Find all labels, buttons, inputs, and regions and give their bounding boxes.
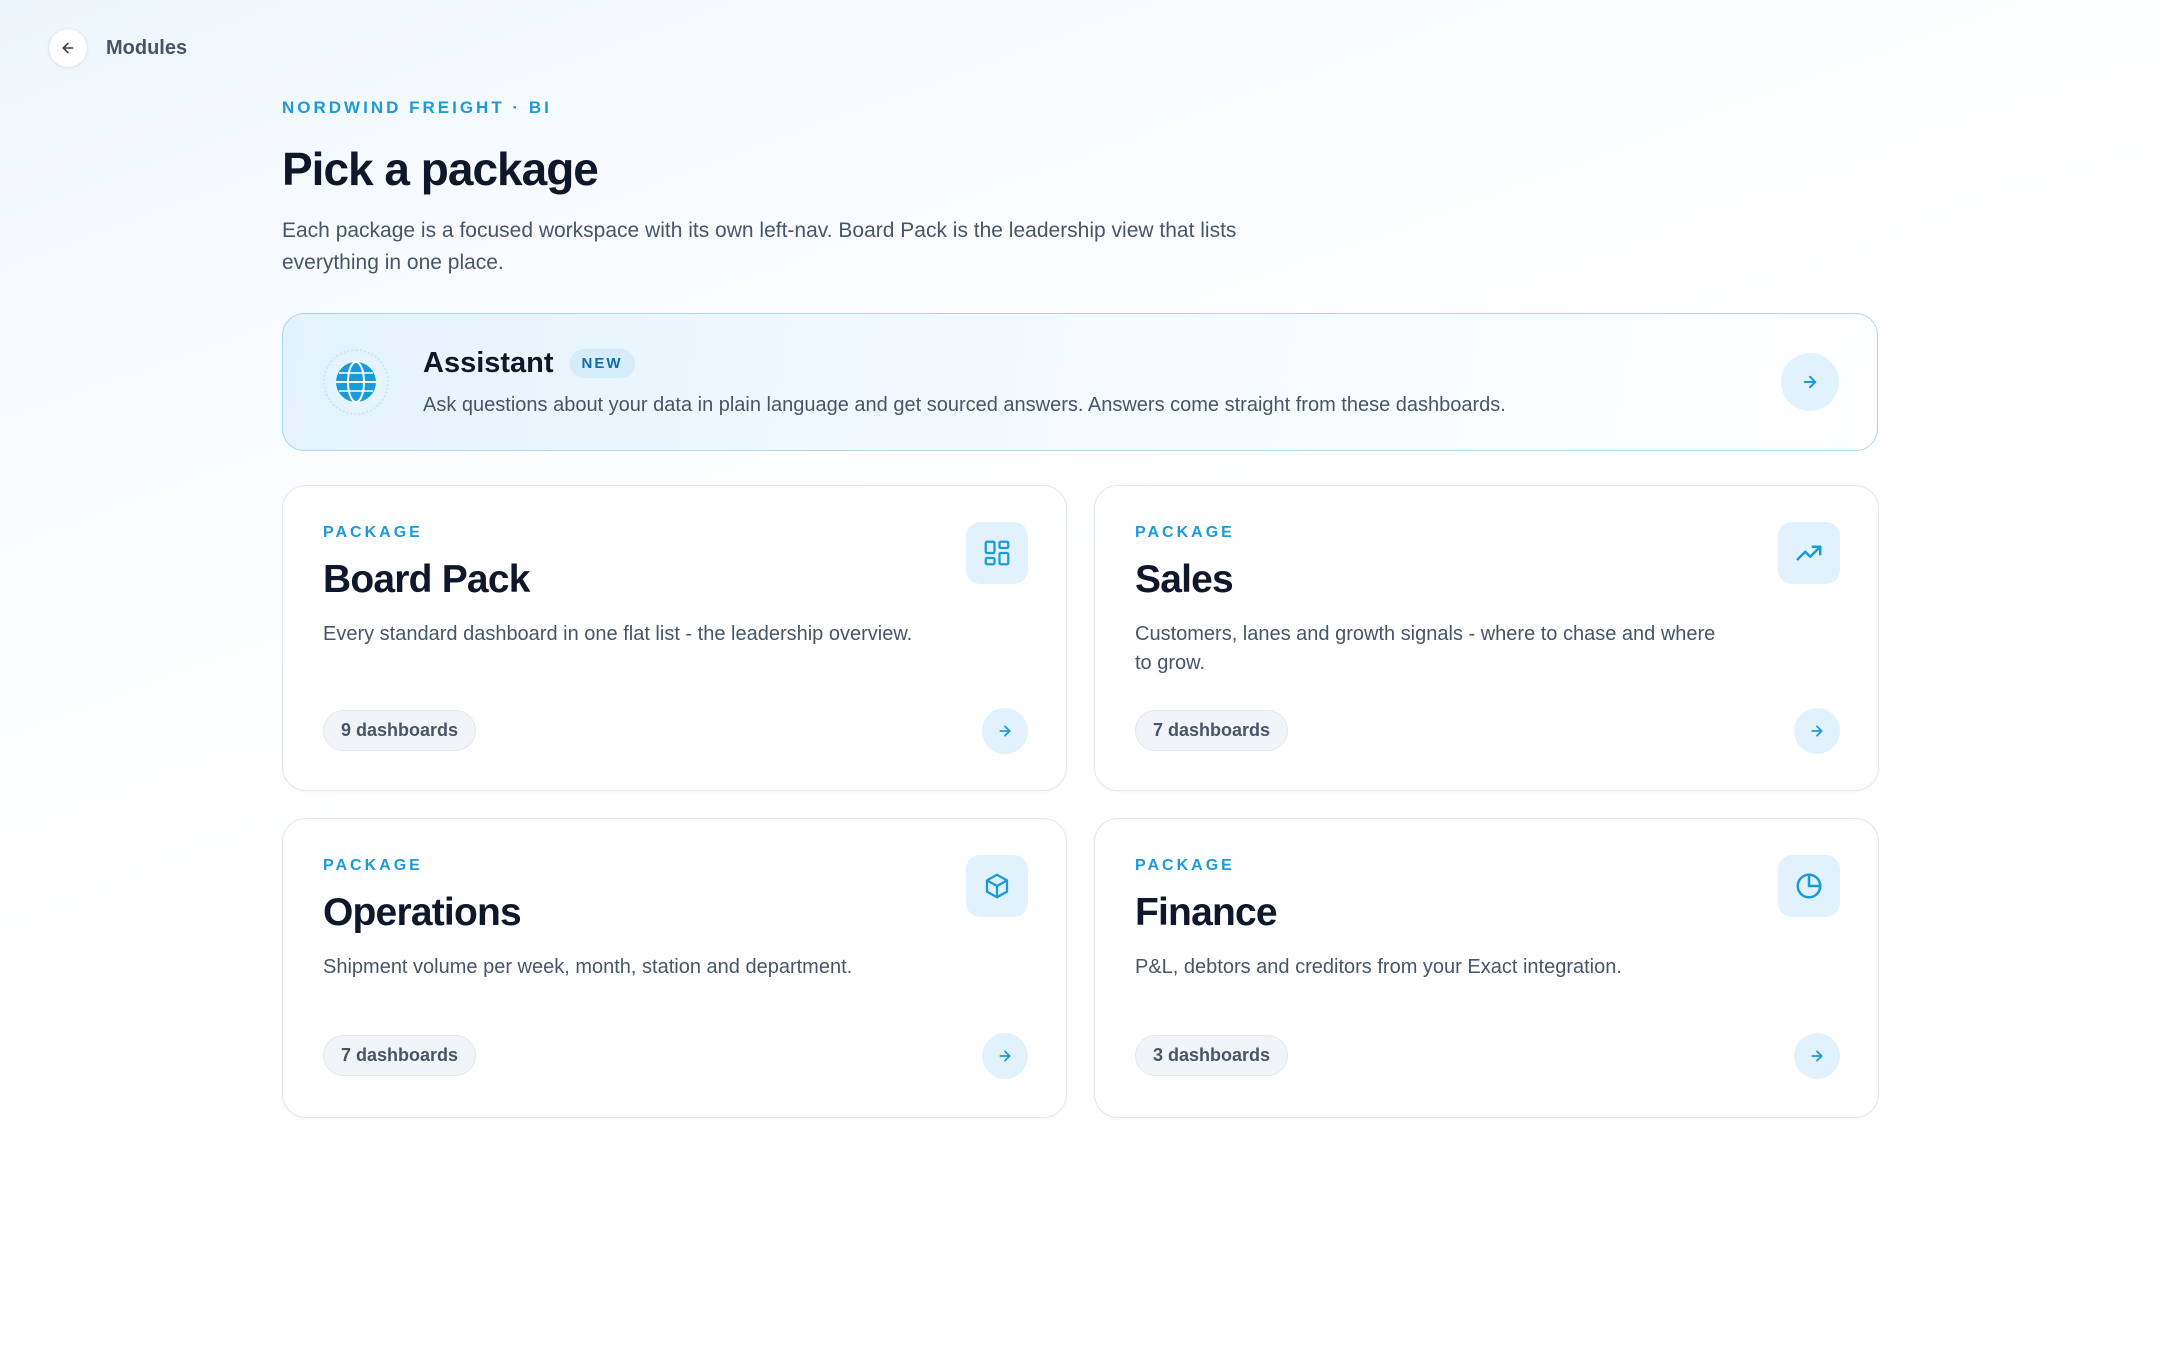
assistant-description: Ask questions about your data in plain l… [423,393,1506,416]
open-package-button[interactable] [982,1032,1028,1079]
assistant-card[interactable]: Assistant NEW Ask questions about your d… [282,312,1878,451]
open-package-button[interactable] [1794,1032,1840,1079]
assistant-open-button[interactable] [1781,352,1839,411]
new-badge: NEW [569,348,635,378]
package-card-operations[interactable]: PACKAGE Operations Shipment volume per w… [282,817,1067,1118]
back-button[interactable] [48,28,88,68]
arrow-right-icon [1811,1050,1823,1062]
package-title: Sales [1135,557,1234,601]
pie-chart-icon [1796,873,1822,899]
package-card-sales[interactable]: PACKAGE Sales Customers, lanes and growt… [1094,484,1879,791]
package-icon-wrap [966,854,1028,917]
arrow-left-icon [62,42,74,54]
dashboard-count-badge: 9 dashboards [323,709,477,751]
package-title: Board Pack [323,557,530,601]
assistant-title: Assistant [423,346,554,379]
open-package-button[interactable] [982,707,1028,754]
arrow-right-icon [999,725,1011,737]
dashboard-count-badge: 7 dashboards [1135,709,1289,751]
package-eyebrow: PACKAGE [323,523,423,541]
back-label[interactable]: Modules [106,37,187,60]
org-eyebrow: NORDWIND FREIGHT · BI [282,98,552,117]
package-eyebrow: PACKAGE [323,856,423,874]
arrow-right-icon [1803,375,1817,388]
package-icon-wrap [1778,854,1840,917]
package-grid: PACKAGE Board Pack Every standard dashbo… [282,484,1879,1118]
package-description: Customers, lanes and growth signals - wh… [1135,622,1716,674]
package-card-finance[interactable]: PACKAGE Finance P&L, debtors and credito… [1094,817,1879,1118]
page-intro: Each package is a focused workspace with… [282,218,1237,274]
arrow-right-icon [999,1050,1011,1062]
dashboard-count-badge: 7 dashboards [323,1034,477,1076]
page-title: Pick a package [282,143,599,195]
grid-icon [984,540,1010,565]
topbar: Modules [48,28,187,68]
trending-up-icon [1796,545,1822,561]
package-eyebrow: PACKAGE [1135,856,1235,874]
package-description: Every standard dashboard in one flat lis… [323,622,913,645]
assistant-head: Assistant NEW [423,347,1781,380]
package-card-board-pack[interactable]: PACKAGE Board Pack Every standard dashbo… [282,484,1067,791]
package-icon-wrap [1778,521,1840,584]
arrow-right-icon [1811,725,1823,737]
package-icon-wrap [966,521,1028,584]
main-content: NORDWIND FREIGHT · BI Pick a package Eac… [282,98,1879,1118]
dashboard-count-badge: 3 dashboards [1135,1034,1289,1076]
globe-icon [336,360,376,403]
box-icon [985,873,1009,898]
package-title: Operations [323,890,522,934]
package-description: P&L, debtors and creditors from your Exa… [1135,955,1622,978]
assistant-text: Assistant NEW Ask questions about your d… [423,347,1781,417]
package-eyebrow: PACKAGE [1135,523,1235,541]
package-title: Finance [1135,890,1278,934]
open-package-button[interactable] [1794,707,1840,754]
package-description: Shipment volume per week, month, station… [323,955,853,978]
assistant-icon-wrap [323,348,389,415]
